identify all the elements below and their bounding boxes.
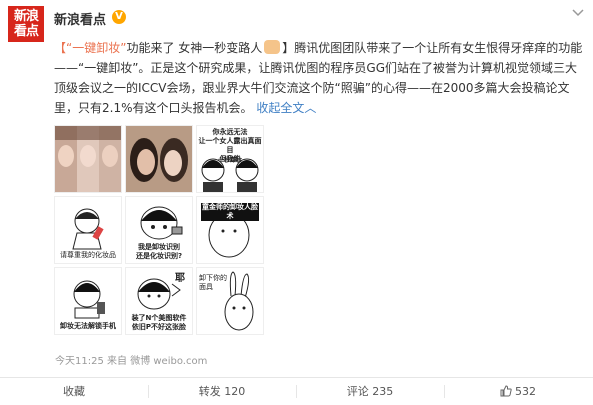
verified-badge-icon: V: [112, 10, 126, 24]
action-bar: 收藏 转发 120 评论 235 532: [0, 377, 593, 405]
comment-button[interactable]: 评论 235: [296, 378, 444, 405]
image-thumbnail[interactable]: 卸妆无法解锁手机: [54, 267, 122, 335]
like-button[interactable]: 532: [444, 378, 592, 405]
image-thumbnail[interactable]: 请尊重我的化妆品: [54, 196, 122, 264]
emoji-icon: [264, 40, 281, 54]
thumbs-up-icon: [500, 385, 512, 397]
repost-button[interactable]: 转发 120: [148, 378, 296, 405]
meme-caption: 童金师的卸妆人脸术: [201, 203, 259, 221]
meme-caption: 卸下你的 面具: [199, 274, 227, 291]
image-thumbnail[interactable]: 耶 装了N个美图软件 依旧P不好这张脸: [125, 267, 193, 335]
image-thumbnail[interactable]: 你永远无法 让一个女人露出真面目 但我能 一秒卸妆: [196, 125, 264, 193]
hashtag-link[interactable]: 【“一键卸妆”: [54, 41, 126, 55]
avatar[interactable]: 新浪 看点: [8, 6, 44, 42]
source-prefix: 来自: [107, 356, 128, 367]
photo-image: [126, 126, 192, 192]
collect-button[interactable]: 收藏: [0, 378, 148, 405]
meme-caption: 装了N个美图软件 依旧P不好这张脸: [131, 314, 187, 331]
post-time[interactable]: 今天11:25: [55, 356, 104, 367]
meme-caption: 请尊重我的化妆品: [60, 251, 116, 259]
image-thumbnail[interactable]: [54, 125, 122, 193]
collapse-text-link[interactable]: 收起全文︿: [256, 101, 316, 115]
photo-image: [55, 126, 121, 192]
meme-caption: 一秒卸妆: [217, 157, 242, 164]
username[interactable]: 新浪看点: [54, 9, 106, 28]
image-thumbnail[interactable]: 童金师的卸妆人脸术: [196, 196, 264, 264]
post-source[interactable]: 微博 weibo.com: [130, 356, 207, 367]
post-meta: 今天11:25 来自 微博 weibo.com: [55, 352, 207, 367]
meme-caption: 卸妆无法解锁手机: [60, 322, 116, 330]
weibo-post-card: 新浪 看点 新浪看点 V 【“一键卸妆”功能来了 女神一秒变路人 】腾讯优图团队带…: [0, 0, 593, 405]
meme-caption: 耶: [175, 273, 185, 284]
post-text-segment: 功能来了 女神一秒变路人: [126, 41, 263, 55]
image-thumbnail[interactable]: 我是卸妆识别 还是化妆识别?: [125, 196, 193, 264]
meme-caption: 我是卸妆识别 还是化妆识别?: [135, 243, 183, 260]
image-thumbnail[interactable]: 卸下你的 面具: [196, 267, 264, 335]
image-thumbnail[interactable]: [125, 125, 193, 193]
chevron-down-icon[interactable]: [571, 8, 585, 18]
post-text: 【“一键卸妆”功能来了 女神一秒变路人 】腾讯优图团队带来了一个让所有女生恨得牙痒…: [54, 38, 584, 118]
